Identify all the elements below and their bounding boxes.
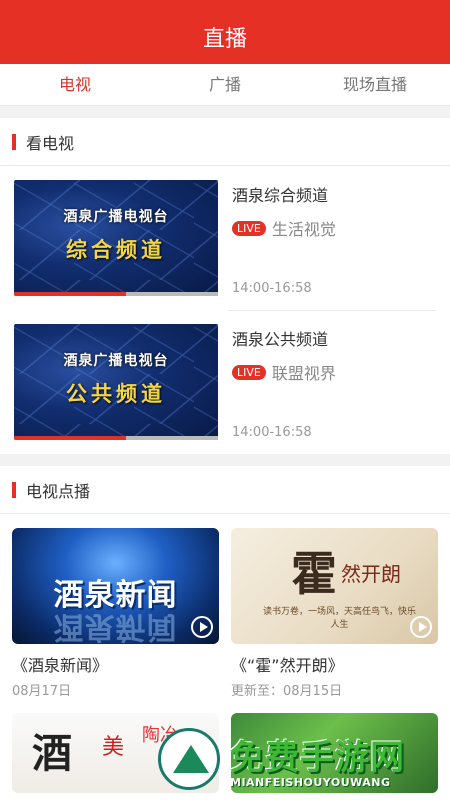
tab-tv[interactable]: 电视: [0, 64, 150, 105]
vod-title: 《酒泉新闻》: [12, 656, 109, 675]
tv-section: 看电视 酒泉广播电视台 综合频道 酒泉综合频道 LIVE 生活视觉 14:00-…: [0, 118, 450, 454]
channel-item[interactable]: 酒泉广播电视台 公共频道 酒泉公共频道 LIVE 联盟视界 14:00-16:5…: [0, 310, 450, 454]
channel-thumbnail[interactable]: 酒泉广播电视台 公共频道: [14, 324, 218, 440]
channel-thumbnail[interactable]: 酒泉广播电视台 综合频道: [14, 180, 218, 296]
current-program: 生活视觉: [271, 220, 336, 239]
tab-radio[interactable]: 广播: [150, 64, 300, 105]
tab-live-scene[interactable]: 现场直播: [300, 64, 450, 105]
section-header: 看电视: [0, 118, 450, 166]
vod-date: 更新至：08月15日: [231, 684, 343, 699]
thumbnail-station-text: 酒泉广播电视台: [63, 209, 169, 225]
thumbnail-channel-text: 综合频道: [66, 237, 166, 262]
current-program: 联盟视界: [271, 364, 336, 383]
vod-date: 08月17日: [12, 684, 72, 699]
thumbnail-station-text: 酒泉广播电视台: [63, 353, 169, 369]
watermark-text: 免费手游网: [230, 738, 405, 778]
channel-item[interactable]: 酒泉广播电视台 综合频道 酒泉综合频道 LIVE 生活视觉 14:00-16:5…: [0, 166, 450, 310]
top-bar: 直播: [0, 0, 450, 64]
section-title: 电视点播: [26, 481, 91, 501]
thumbnail-art-text: 酒: [32, 730, 72, 777]
vod-card[interactable]: 酒泉新闻 酒泉新闻 《酒泉新闻》 08月17日: [12, 528, 219, 699]
vod-thumbnail[interactable]: 霍 然开朗 读书万卷，一场风，天高任鸟飞，快乐人生: [231, 528, 438, 644]
vod-thumbnail[interactable]: 酒泉新闻 酒泉新闻: [12, 528, 219, 644]
play-icon[interactable]: [410, 616, 432, 638]
vod-card[interactable]: 霍 然开朗 读书万卷，一场风，天高任鸟飞，快乐人生 《“霍”然开朗》 更新至：0…: [231, 528, 438, 699]
thumbnail-art-text: 然开朗: [341, 562, 401, 586]
thumbnail-art-text: 美: [102, 735, 125, 760]
live-badge: LIVE: [232, 220, 266, 236]
thumbnail-art-line: 读书万卷，一场风，天高任鸟飞，快乐人生: [262, 607, 416, 630]
page-title: 直播: [202, 27, 247, 52]
watermark-subtext: MIANFEISHOUYOUWANG: [230, 776, 391, 789]
thumbnail-art-reflection: 酒泉新闻: [53, 609, 178, 644]
program-time: 14:00-16:58: [232, 425, 312, 440]
live-badge: LIVE: [232, 364, 266, 380]
section-title: 看电视: [26, 133, 75, 153]
section-marker: [12, 481, 16, 498]
program-time: 14:00-16:58: [232, 281, 312, 296]
thumbnail-art-text: 霍: [291, 547, 337, 601]
thumbnail-channel-text: 公共频道: [66, 381, 166, 406]
channel-info: 酒泉公共频道 LIVE 联盟视界 14:00-16:58: [218, 324, 436, 440]
app-root: 直播 电视 广播 现场直播 看电视 酒泉广播电视台 综合频道 酒泉综合频道 LI…: [0, 0, 450, 800]
tab-bar: 电视 广播 现场直播: [0, 64, 450, 106]
progress-fill: [14, 436, 127, 440]
vod-title: 《“霍”然开朗》: [231, 656, 344, 675]
site-watermark: 免费手游网 MIANFEISHOUYOUWANG: [150, 720, 450, 800]
channel-info: 酒泉综合频道 LIVE 生活视觉 14:00-16:58: [218, 180, 436, 296]
section-header: 电视点播: [0, 466, 450, 514]
progress-fill: [14, 292, 127, 296]
channel-name: 酒泉公共频道: [232, 330, 329, 349]
channel-name: 酒泉综合频道: [232, 186, 329, 205]
section-marker: [12, 133, 16, 150]
watermark-logo-icon: [158, 728, 220, 790]
play-icon[interactable]: [191, 616, 213, 638]
